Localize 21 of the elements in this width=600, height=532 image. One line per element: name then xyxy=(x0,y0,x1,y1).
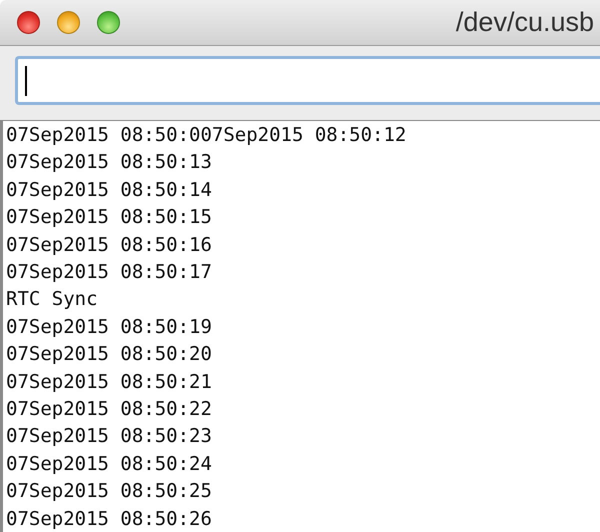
close-button[interactable] xyxy=(17,11,40,34)
output-line: 07Sep2015 08:50:16 xyxy=(6,232,212,258)
output-line: 07Sep2015 08:50:21 xyxy=(6,370,212,395)
output-line: RTC Sync xyxy=(6,287,98,312)
output-line: 07Sep2015 08:50:15 xyxy=(6,205,212,230)
window-title: /dev/cu.usb xyxy=(456,7,594,38)
output-line: 07Sep2015 08:50:20 xyxy=(6,342,212,368)
output-line: 07Sep2015 08:50:23 xyxy=(6,424,212,450)
minimize-button[interactable] xyxy=(57,11,80,34)
input-field[interactable] xyxy=(15,56,600,105)
output-line: 07Sep2015 08:50:13 xyxy=(6,150,212,176)
output-line: 07Sep2015 08:50:19 xyxy=(6,314,212,340)
output-line: 07Sep2015 08:50:14 xyxy=(6,178,212,203)
output-line: 07Sep2015 08:50:22 xyxy=(6,397,212,422)
output-line: 07Sep2015 08:50:007Sep2015 08:50:12 xyxy=(6,123,406,148)
output-line: 07Sep2015 08:50:17 xyxy=(6,260,212,286)
output-line: 07Sep2015 08:50:25 xyxy=(6,479,212,504)
output-line: 07Sep2015 08:50:24 xyxy=(6,452,212,477)
zoom-button[interactable] xyxy=(97,11,120,34)
text-cursor xyxy=(25,66,27,96)
output-line: 07Sep2015 08:50:26 xyxy=(6,506,212,532)
